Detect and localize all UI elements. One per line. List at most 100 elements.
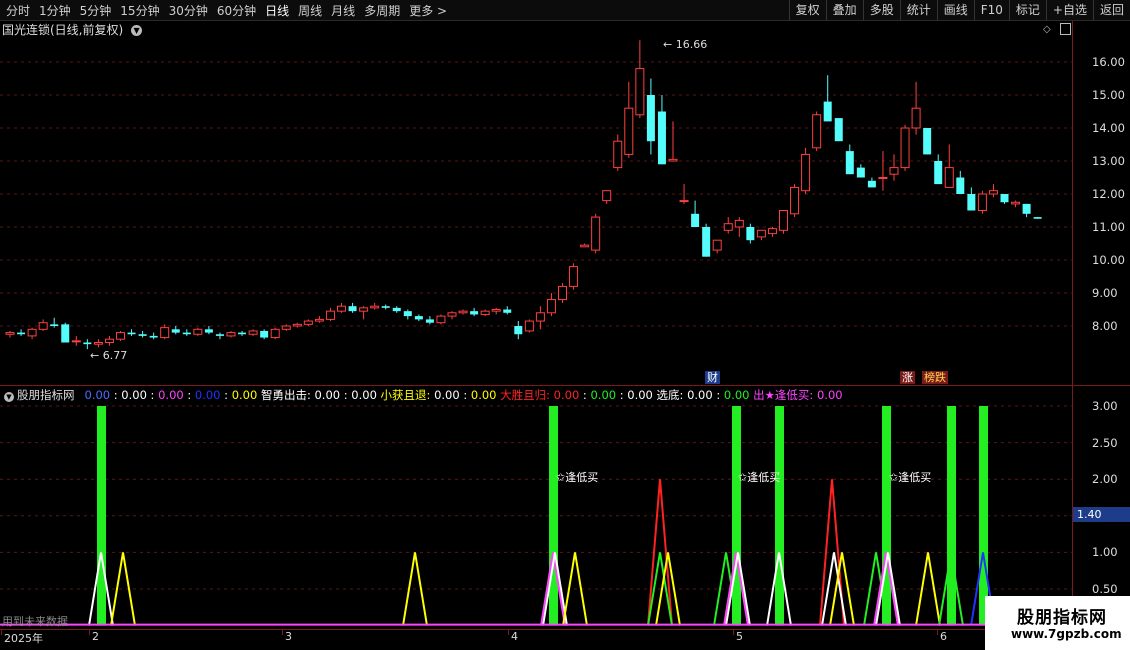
candle bbox=[889, 154, 899, 181]
time-axis-label: 2025年 bbox=[4, 632, 43, 645]
main-chart-title[interactable]: 国光连锁(日线,前复权) ▼ bbox=[2, 21, 143, 38]
candle bbox=[580, 243, 590, 248]
candle bbox=[182, 329, 191, 336]
candle bbox=[381, 304, 390, 310]
candle bbox=[514, 321, 523, 340]
candle bbox=[337, 302, 346, 313]
candle bbox=[1022, 203, 1031, 218]
candle bbox=[657, 95, 666, 165]
signal-bar bbox=[947, 406, 956, 626]
candle bbox=[558, 283, 567, 303]
candle bbox=[359, 306, 369, 320]
period-tab[interactable]: 多周期 bbox=[364, 2, 400, 19]
signal-label: ✩逢低买 bbox=[738, 471, 781, 484]
rank-fall-tag[interactable]: 榜跌 bbox=[922, 371, 948, 384]
price-label: 16.00 bbox=[1092, 55, 1125, 69]
period-tab[interactable]: 日线 bbox=[265, 2, 289, 19]
toolbar-button[interactable]: 返回 bbox=[1092, 0, 1130, 20]
toolbar-button[interactable]: +自选 bbox=[1045, 0, 1093, 20]
toolbar-button[interactable]: 复权 bbox=[788, 0, 826, 20]
candle bbox=[38, 319, 48, 331]
candle bbox=[425, 316, 434, 325]
candle bbox=[470, 307, 479, 317]
period-tab[interactable]: 30分钟 bbox=[169, 2, 208, 19]
candle bbox=[503, 306, 512, 315]
candle bbox=[723, 217, 733, 234]
candle bbox=[524, 319, 534, 333]
toolbar-button[interactable]: F10 bbox=[973, 0, 1009, 20]
candle bbox=[591, 213, 601, 254]
time-tick bbox=[733, 629, 734, 635]
candle bbox=[911, 81, 921, 135]
candle bbox=[458, 309, 468, 315]
signal-label: ✩逢低买 bbox=[556, 471, 599, 484]
candle bbox=[823, 75, 832, 122]
time-axis-label: 6 bbox=[940, 630, 947, 643]
candle bbox=[934, 154, 943, 185]
candle bbox=[602, 190, 612, 204]
period-tabs: 分时 1分钟 5分钟 15分钟 30分钟 60分钟 日线 周线 月线 多周期 更多 > bbox=[0, 0, 456, 20]
period-tab[interactable]: 分时 bbox=[6, 2, 30, 19]
finance-tag[interactable]: 财 bbox=[705, 371, 720, 384]
signal-bar bbox=[97, 406, 106, 626]
period-tab[interactable]: 月线 bbox=[331, 2, 355, 19]
signal-bar bbox=[775, 406, 784, 626]
time-tick bbox=[508, 629, 509, 635]
time-tick bbox=[1, 629, 2, 635]
candle bbox=[238, 330, 247, 336]
candle bbox=[204, 326, 213, 335]
toolbar-button[interactable]: 画线 bbox=[936, 0, 974, 20]
toolbar-button[interactable]: 叠加 bbox=[825, 0, 863, 20]
candle bbox=[171, 326, 180, 335]
price-label: 11.00 bbox=[1092, 220, 1125, 234]
candle bbox=[93, 339, 103, 348]
window-toggle-icon[interactable] bbox=[1060, 23, 1071, 35]
candle bbox=[702, 223, 711, 257]
candle bbox=[215, 332, 224, 340]
candle bbox=[845, 144, 854, 175]
period-tab[interactable]: 60分钟 bbox=[217, 2, 256, 19]
indicator-chart[interactable] bbox=[0, 400, 1072, 630]
candle bbox=[944, 144, 954, 188]
future-data-note: 用到未来数据 bbox=[2, 615, 68, 628]
candle bbox=[646, 78, 655, 155]
candle bbox=[613, 134, 623, 171]
period-tab[interactable]: 1分钟 bbox=[39, 2, 71, 19]
toolbar-button[interactable]: 多股 bbox=[862, 0, 900, 20]
candle bbox=[480, 309, 490, 317]
candle bbox=[691, 200, 700, 227]
price-annotation: ← 6.77 bbox=[90, 349, 127, 362]
time-axis-label: 3 bbox=[285, 630, 292, 643]
candle bbox=[956, 170, 965, 194]
candle bbox=[756, 229, 766, 241]
candle bbox=[348, 302, 357, 313]
candle bbox=[61, 322, 70, 343]
indicator-scale-label: 2.50 bbox=[1092, 435, 1118, 450]
candle bbox=[923, 128, 932, 155]
price-label: 12.00 bbox=[1092, 187, 1125, 201]
period-tab[interactable]: 周线 bbox=[298, 2, 322, 19]
candle bbox=[668, 121, 678, 162]
period-tab[interactable]: 5分钟 bbox=[80, 2, 112, 19]
candle bbox=[83, 339, 92, 350]
toolbar-button[interactable]: 标记 bbox=[1008, 0, 1046, 20]
candle bbox=[281, 324, 291, 331]
time-axis-line bbox=[0, 629, 1072, 630]
candle bbox=[403, 309, 412, 320]
rise-tag[interactable]: 涨 bbox=[900, 371, 915, 384]
candle bbox=[1011, 200, 1021, 208]
candle bbox=[569, 263, 579, 290]
period-tab[interactable]: 更多 > bbox=[409, 2, 447, 19]
candle bbox=[436, 314, 446, 325]
watermark-url: www.7gpzb.com bbox=[1011, 627, 1122, 641]
candlestick-chart[interactable]: ← 16.66 ← 6.77 bbox=[0, 38, 1072, 385]
candle bbox=[900, 124, 910, 171]
diamond-icon[interactable]: ◇ bbox=[1043, 24, 1051, 35]
price-label: 15.00 bbox=[1092, 88, 1125, 102]
candle bbox=[193, 327, 203, 336]
pane-divider bbox=[0, 385, 1130, 386]
chevron-down-icon[interactable]: ▼ bbox=[131, 25, 143, 36]
period-tab[interactable]: 15分钟 bbox=[120, 2, 159, 19]
toolbar-button[interactable]: 统计 bbox=[899, 0, 937, 20]
price-label: 13.00 bbox=[1092, 154, 1125, 168]
